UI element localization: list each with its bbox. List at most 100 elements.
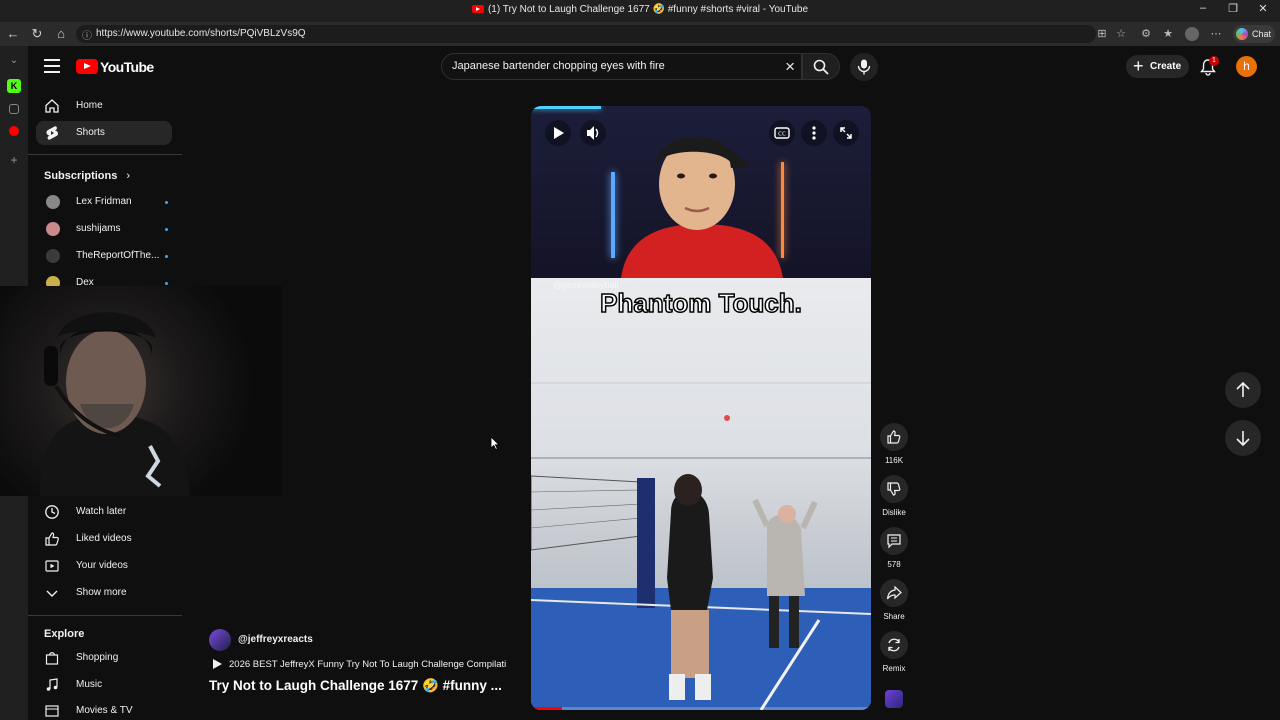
account-avatar[interactable]: h	[1236, 56, 1257, 77]
dislike-button[interactable]	[880, 475, 908, 503]
search-input[interactable]	[452, 60, 772, 72]
subscription-label: Lex Fridman	[76, 196, 132, 207]
subscription-label: sushijams	[76, 223, 121, 234]
next-short-button[interactable]	[1225, 420, 1261, 456]
remix-action[interactable]: Remix	[880, 631, 908, 673]
volume-button[interactable]	[580, 120, 606, 146]
address-bar[interactable]: ⓘ https://www.youtube.com/shorts/PQiVBLz…	[76, 25, 1096, 43]
thumbs-up-icon	[887, 430, 901, 444]
sidebar-item-music[interactable]: Music	[36, 673, 172, 697]
share-button[interactable]	[880, 579, 908, 607]
video-progress-fill	[531, 707, 562, 710]
voice-search-button[interactable]	[850, 53, 878, 81]
expand-icon	[840, 127, 852, 139]
copilot-icon	[1236, 28, 1248, 40]
youtube-app-icon[interactable]	[9, 126, 19, 136]
new-content-dot	[165, 201, 168, 204]
close-window-button[interactable]: ✕	[1248, 2, 1278, 15]
youtube-favicon-icon	[471, 5, 484, 13]
site-info-icon[interactable]: ⓘ	[82, 27, 92, 42]
film-icon	[45, 705, 59, 717]
calendar-icon[interactable]	[9, 104, 19, 114]
vertical-dots-icon	[812, 126, 816, 140]
short-title[interactable]: Try Not to Laugh Challenge 1677 🤣 #funny…	[209, 678, 509, 694]
arrow-down-icon	[1236, 431, 1250, 447]
dislike-action[interactable]: Dislike	[880, 475, 908, 517]
create-button[interactable]: + Create	[1126, 55, 1189, 78]
channel-avatar[interactable]	[209, 629, 231, 651]
back-icon[interactable]: ←	[4, 25, 22, 43]
subscription-item[interactable]: TheReportOfThe...	[36, 244, 172, 268]
search-button[interactable]	[802, 53, 840, 80]
home-icon[interactable]: ⌂	[52, 25, 70, 43]
captions-button[interactable]: CC	[769, 120, 795, 146]
channel-avatar	[46, 222, 60, 236]
share-arrow-icon	[886, 585, 902, 600]
play-icon	[554, 127, 564, 139]
shorts-video-player[interactable]: @gimevolleyball Phantom Touch. CC	[531, 106, 871, 710]
more-actions-button[interactable]	[801, 120, 827, 146]
thumbs-up-icon	[45, 532, 59, 546]
fullscreen-button[interactable]	[833, 120, 859, 146]
channel-handle[interactable]: @jeffreyxreacts	[238, 634, 313, 645]
favorites-icon[interactable]: ★	[1161, 27, 1175, 41]
extensions-icon[interactable]: ⚙	[1139, 27, 1153, 41]
subscription-item[interactable]: Lex Fridman	[36, 190, 172, 214]
playlist-link[interactable]: 2026 BEST JeffreyX Funny Try Not To Laug…	[229, 659, 507, 670]
dislike-label: Dislike	[882, 508, 906, 517]
subscription-item[interactable]: sushijams	[36, 217, 172, 241]
sidebar-item-label: Music	[76, 679, 103, 690]
new-content-dot	[165, 282, 168, 285]
sidebar-item-label: Show more	[76, 587, 127, 598]
channel-thumbnail[interactable]	[885, 690, 903, 708]
chevron-right-icon: ›	[126, 170, 131, 182]
sidebar-divider	[28, 615, 182, 616]
kick-app-icon[interactable]: K	[7, 79, 21, 93]
app-available-icon[interactable]: ⊞	[1095, 27, 1109, 41]
share-action[interactable]: Share	[880, 579, 908, 621]
channel-avatar	[46, 249, 60, 263]
remix-button[interactable]	[880, 631, 908, 659]
sidebar-item-your-videos[interactable]: Your videos	[36, 554, 172, 578]
more-options-icon[interactable]: ⋯	[1209, 27, 1223, 41]
previous-short-button[interactable]	[1225, 372, 1261, 408]
sidebar-item-shopping[interactable]: Shopping	[36, 646, 172, 670]
clock-icon	[45, 505, 59, 519]
sidebar-item-home[interactable]: Home	[36, 94, 172, 118]
like-count: 116K	[884, 456, 904, 465]
copilot-chat-button[interactable]: Chat	[1233, 25, 1275, 43]
comments-action[interactable]: 578	[880, 527, 908, 569]
video-progress-bar[interactable]	[531, 707, 871, 710]
window-title-text: (1) Try Not to Laugh Challenge 1677 🤣 #f…	[487, 4, 809, 15]
play-button[interactable]	[545, 120, 571, 146]
clip-video-region: @gimevolleyball Phantom Touch.	[531, 278, 871, 710]
comments-button[interactable]	[880, 527, 908, 555]
clear-search-icon[interactable]: ×	[785, 57, 795, 77]
favorite-star-icon[interactable]: ☆	[1114, 27, 1128, 41]
sidebar-item-movies-tv[interactable]: Movies & TV	[36, 699, 172, 720]
sidebar-item-watch-later[interactable]: Watch later	[36, 500, 172, 524]
add-icon[interactable]: +	[7, 153, 21, 167]
search-icon	[813, 59, 829, 75]
url-text[interactable]: https://www.youtube.com/shorts/PQiVBLzVs…	[96, 28, 306, 39]
restore-button[interactable]: ❐	[1218, 2, 1248, 15]
volleyball-scene-image	[531, 382, 871, 710]
remix-icon	[888, 638, 900, 652]
sidebar-divider	[28, 154, 182, 155]
youtube-logo-icon	[76, 59, 98, 74]
sidebar-item-label: Watch later	[76, 506, 127, 517]
new-content-dot	[165, 255, 168, 258]
profile-icon[interactable]	[1185, 27, 1199, 41]
hamburger-menu-icon[interactable]	[44, 59, 60, 73]
sidebar-item-liked-videos[interactable]: Liked videos	[36, 527, 172, 551]
like-action[interactable]: 116K	[880, 423, 908, 465]
like-button[interactable]	[880, 423, 908, 451]
sidebar-item-show-more[interactable]: Show more	[36, 581, 172, 605]
minimize-button[interactable]: –	[1188, 2, 1218, 14]
sidebar-item-shorts[interactable]: Shorts	[36, 121, 172, 145]
notification-count-badge: 1	[1209, 56, 1219, 66]
refresh-icon[interactable]: ↻	[28, 25, 46, 43]
subscriptions-heading[interactable]: Subscriptions ›	[44, 170, 130, 182]
home-icon	[45, 99, 59, 113]
chevron-down-icon[interactable]: ⌄	[7, 54, 21, 68]
